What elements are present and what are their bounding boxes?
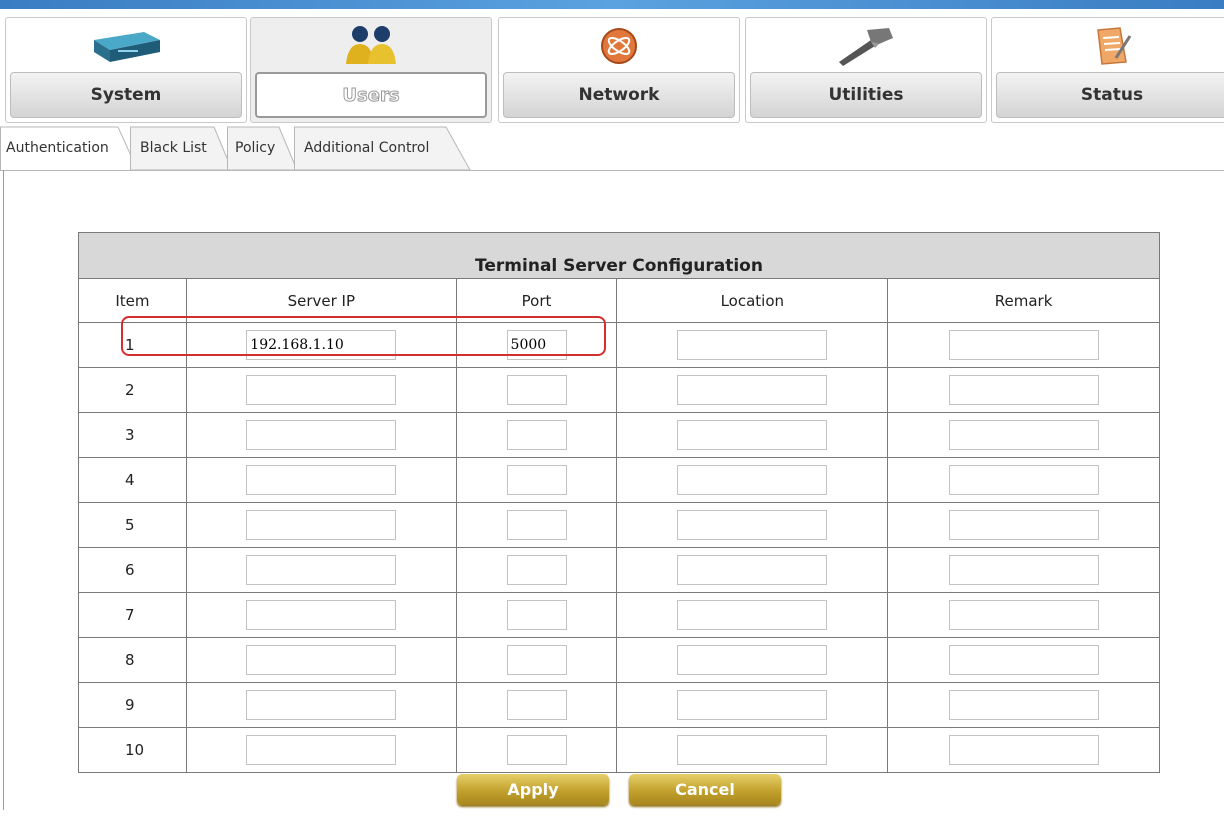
tab-baseline bbox=[0, 170, 1224, 171]
port-input[interactable] bbox=[506, 600, 567, 630]
server-ip-input[interactable] bbox=[246, 735, 397, 765]
tab-authentication[interactable]: Authentication bbox=[0, 126, 140, 172]
server-ip-input[interactable] bbox=[246, 375, 397, 405]
cancel-button[interactable]: Cancel bbox=[629, 774, 781, 805]
item-number: 10 bbox=[78, 727, 187, 773]
server-ip-input[interactable] bbox=[246, 555, 397, 585]
port-input[interactable] bbox=[506, 510, 567, 540]
server-ip-input[interactable] bbox=[246, 600, 397, 630]
item-number: 6 bbox=[78, 547, 187, 593]
column-header-remark: Remark bbox=[887, 278, 1160, 323]
remark-input[interactable] bbox=[948, 600, 1099, 630]
remark-input[interactable] bbox=[948, 735, 1099, 765]
notepad-icon bbox=[992, 22, 1224, 70]
location-input[interactable] bbox=[677, 645, 828, 675]
remark-input[interactable] bbox=[948, 555, 1099, 585]
table-row: 1 bbox=[78, 322, 1160, 368]
nav-utilities[interactable]: Utilities bbox=[745, 17, 987, 123]
column-header-server-ip: Server IP bbox=[185, 278, 457, 323]
table-title: Terminal Server Configuration bbox=[78, 232, 1160, 279]
location-input[interactable] bbox=[677, 690, 828, 720]
tab-black-list[interactable]: Black List bbox=[130, 126, 234, 171]
server-ip-input[interactable] bbox=[246, 510, 397, 540]
remark-input[interactable] bbox=[948, 690, 1099, 720]
server-ip-input[interactable] bbox=[246, 645, 397, 675]
network-icon bbox=[499, 22, 739, 70]
nav-button-network[interactable]: Network bbox=[503, 72, 735, 118]
sub-tabs: Authentication Black List Policy Additio… bbox=[0, 126, 1224, 172]
port-input[interactable] bbox=[506, 735, 567, 765]
item-number: 2 bbox=[78, 367, 187, 413]
server-icon bbox=[6, 22, 246, 70]
table-row: 6 bbox=[78, 547, 1160, 593]
nav-users[interactable]: Users bbox=[250, 17, 492, 123]
apply-button[interactable]: Apply bbox=[457, 774, 609, 805]
users-icon bbox=[251, 22, 491, 70]
nav-button-utilities[interactable]: Utilities bbox=[750, 72, 982, 118]
table-row: 8 bbox=[78, 637, 1160, 683]
location-input[interactable] bbox=[677, 420, 828, 450]
location-input[interactable] bbox=[677, 555, 828, 585]
item-number: 7 bbox=[78, 592, 187, 638]
nav-button-status[interactable]: Status bbox=[996, 72, 1224, 118]
remark-input[interactable] bbox=[948, 645, 1099, 675]
tab-policy[interactable]: Policy bbox=[227, 126, 299, 171]
nav-system[interactable]: System bbox=[5, 17, 247, 123]
server-ip-input[interactable] bbox=[246, 465, 397, 495]
table-row: 10 bbox=[78, 727, 1160, 773]
table-row: 5 bbox=[78, 502, 1160, 548]
location-input[interactable] bbox=[677, 600, 828, 630]
port-input[interactable] bbox=[506, 555, 567, 585]
remark-input[interactable] bbox=[948, 465, 1099, 495]
server-ip-input[interactable] bbox=[246, 330, 397, 360]
column-header-location: Location bbox=[616, 278, 889, 323]
nav-status[interactable]: Status bbox=[991, 17, 1224, 123]
server-ip-input[interactable] bbox=[246, 690, 397, 720]
location-input[interactable] bbox=[677, 465, 828, 495]
table-row: 4 bbox=[78, 457, 1160, 503]
nav-button-system[interactable]: System bbox=[10, 72, 242, 118]
table-row: 7 bbox=[78, 592, 1160, 638]
table-row: 3 bbox=[78, 412, 1160, 458]
location-input[interactable] bbox=[677, 330, 828, 360]
remark-input[interactable] bbox=[948, 510, 1099, 540]
port-input[interactable] bbox=[506, 690, 567, 720]
nav-button-users[interactable]: Users bbox=[255, 72, 487, 118]
port-input[interactable] bbox=[506, 645, 567, 675]
item-number: 8 bbox=[78, 637, 187, 683]
content-left-border bbox=[3, 170, 4, 810]
location-input[interactable] bbox=[677, 735, 828, 765]
hammer-icon bbox=[746, 22, 986, 70]
table-row: 9 bbox=[78, 682, 1160, 728]
server-ip-input[interactable] bbox=[246, 420, 397, 450]
column-header-port: Port bbox=[455, 278, 618, 323]
table-row: 2 bbox=[78, 367, 1160, 413]
column-header-item: Item bbox=[78, 278, 187, 323]
location-input[interactable] bbox=[677, 510, 828, 540]
top-accent-bar bbox=[0, 0, 1224, 9]
port-input[interactable] bbox=[506, 330, 567, 360]
item-number: 3 bbox=[78, 412, 187, 458]
port-input[interactable] bbox=[506, 375, 567, 405]
port-input[interactable] bbox=[506, 465, 567, 495]
item-number: 9 bbox=[78, 682, 187, 728]
nav-network[interactable]: Network bbox=[498, 17, 740, 123]
tab-additional-control[interactable]: Additional Control bbox=[294, 126, 472, 171]
item-number: 4 bbox=[78, 457, 187, 503]
terminal-server-table: Terminal Server Configuration Item Serve… bbox=[78, 232, 1160, 773]
remark-input[interactable] bbox=[948, 375, 1099, 405]
remark-input[interactable] bbox=[948, 420, 1099, 450]
item-number: 5 bbox=[78, 502, 187, 548]
location-input[interactable] bbox=[677, 375, 828, 405]
item-number: 1 bbox=[78, 322, 187, 368]
remark-input[interactable] bbox=[948, 330, 1099, 360]
port-input[interactable] bbox=[506, 420, 567, 450]
